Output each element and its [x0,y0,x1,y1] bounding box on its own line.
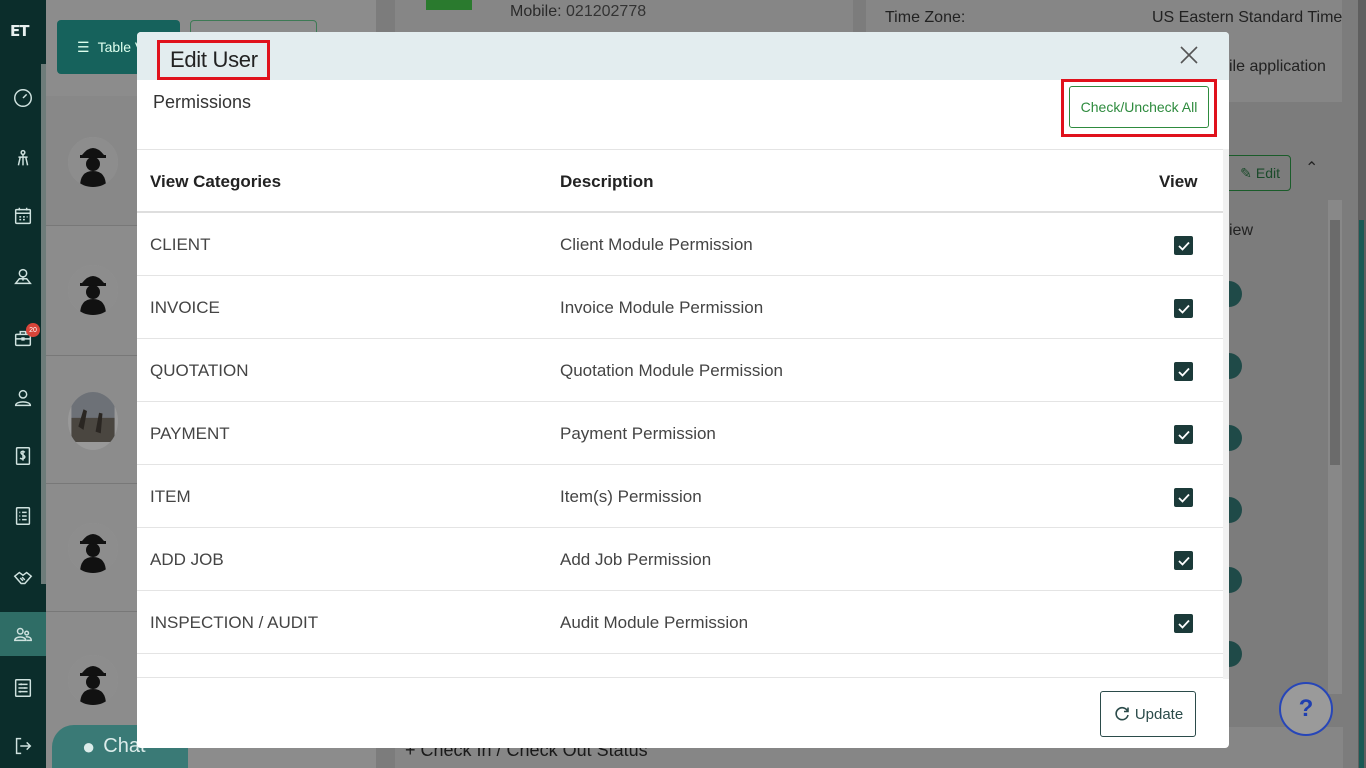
chevron-up-icon[interactable]: ⌃ [1305,158,1318,178]
description-cell: Invoice Module Permission [560,298,764,317]
close-icon[interactable] [1178,44,1200,68]
dollar-icon[interactable] [0,436,46,476]
description-cell: Payment Permission [560,424,716,443]
filter-icon: ☰ [77,38,90,55]
calendar-icon[interactable] [0,196,46,236]
refresh-icon [1115,706,1129,721]
category-cell: INVOICE [150,298,220,317]
view-checkbox[interactable] [1174,551,1193,570]
map-icon[interactable] [0,256,46,296]
table-row: ITEM Item(s) Permission [137,465,1223,528]
view-checkbox[interactable] [1174,614,1193,633]
category-cell: QUOTATION [150,361,249,380]
users-icon[interactable] [0,612,46,656]
edit-button[interactable]: ✎ Edit [1221,155,1291,191]
category-cell: CLIENT [150,235,211,254]
description-cell: Add Job Permission [560,550,712,569]
logout-icon[interactable] [0,726,46,766]
edit-icon: ✎ [1240,164,1252,181]
avatar-photo [68,392,118,450]
view-column-header: iew [1229,222,1254,239]
page-scrollbar[interactable] [1358,0,1366,768]
table-row: PAYMENT Payment Permission [137,402,1223,465]
help-button[interactable]: ? [1279,682,1333,736]
table-header: View Categories Description View [137,149,1223,213]
view-checkbox[interactable] [1174,299,1193,318]
permissions-table: View Categories Description View CLIENT … [137,149,1223,654]
avatar [68,137,118,187]
scrollbar-thumb[interactable] [1330,220,1340,465]
view-checkbox[interactable] [1174,425,1193,444]
modal-header: Edit User [137,32,1229,80]
user-icon[interactable] [0,378,46,418]
description-cell: Audit Module Permission [560,613,749,632]
category-cell: ITEM [150,487,191,506]
timezone-value: US Eastern Standard Time [1152,9,1343,26]
description-cell: Quotation Module Permission [560,361,784,380]
view-checkbox[interactable] [1174,362,1193,381]
handshake-icon[interactable] [0,558,46,598]
dashboard-icon[interactable] [0,78,46,118]
table-row: INSPECTION / AUDIT Audit Module Permissi… [137,591,1223,654]
table-row: INVOICE Invoice Module Permission [137,276,1223,339]
table-row: QUOTATION Quotation Module Permission [137,339,1223,402]
avatar [68,655,118,705]
app-logo: ET [10,22,30,40]
view-checkbox[interactable] [1174,488,1193,507]
avatar [68,265,118,315]
category-cell: PAYMENT [150,424,230,443]
column-header-description: Description [560,172,654,191]
update-button[interactable]: Update [1100,691,1196,737]
column-header-view: View [1159,172,1198,191]
modal-scrollbar[interactable] [1223,149,1229,679]
timezone-label: Time Zone: [885,9,966,26]
notification-badge: 20 [26,323,40,337]
check-all-highlight: Check/Uncheck All [1061,79,1217,137]
category-cell: ADD JOB [150,550,224,569]
footer-divider [137,677,1223,678]
view-checkbox[interactable] [1174,236,1193,255]
briefcase-icon[interactable]: 20 [0,318,46,358]
category-cell: INSPECTION / AUDIT [150,613,319,632]
app-setting-text: ile application [1229,58,1326,75]
settings-icon[interactable] [0,668,46,708]
list-icon[interactable] [0,496,46,536]
description-cell: Client Module Permission [560,235,753,254]
table-row: ADD JOB Add Job Permission [137,528,1223,591]
chat-bubble-icon: ● [82,733,96,759]
avatar [68,523,118,573]
check-uncheck-all-button[interactable]: Check/Uncheck All [1069,86,1209,128]
description-cell: Item(s) Permission [560,487,702,506]
route-icon[interactable] [0,138,46,178]
modal-title: Edit User [157,40,270,80]
mobile-info: Mobile: 021202778 [510,3,647,20]
sidebar: ET 20 [0,0,46,768]
edit-user-modal: Edit User Permissions Check/Uncheck All … [137,32,1229,748]
table-row: CLIENT Client Module Permission [137,213,1223,276]
permissions-title: Permissions [153,92,252,112]
column-header-category: View Categories [150,172,282,191]
status-chip [426,0,472,10]
